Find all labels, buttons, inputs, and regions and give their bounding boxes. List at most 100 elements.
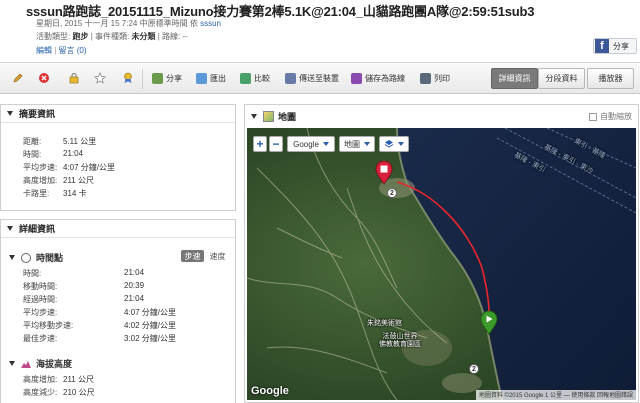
speed-toggle[interactable]: 速度 (206, 250, 229, 262)
print-label: 列印 (434, 73, 450, 83)
activity-date: 星期日, 2015 十一月 15 7:24 中原標準時間 依 (36, 19, 198, 28)
event-type-value[interactable]: 未分類 (131, 32, 155, 41)
timing-value: 21:04 (124, 268, 145, 277)
device-icon (285, 72, 296, 84)
print-button[interactable]: 列印 (420, 71, 450, 85)
map-provider-select[interactable]: Google (287, 136, 335, 152)
summary-title: 摘要資訊 (19, 108, 56, 119)
map-panel: 地圖 自動縮放 + − Google 地圖 朱銘美術館 法鼓山世界 佛教教育園區… (244, 104, 639, 403)
save-as-course-button[interactable]: 儲存為路線 (351, 71, 405, 85)
map-type-label: 地圖 (344, 139, 360, 149)
details-divider (1, 237, 235, 238)
timing-label: 時間: (23, 269, 42, 278)
chevron-down-icon (398, 142, 404, 146)
delete-icon[interactable] (38, 72, 50, 84)
highway-badge: 2 (387, 188, 397, 198)
timing-value: 21:04 (124, 294, 145, 303)
pace-toggle[interactable]: 步速 (181, 250, 204, 262)
timing-title: 時間點 (36, 253, 64, 263)
map-icon (263, 110, 274, 122)
layers-icon (384, 140, 394, 148)
google-logo[interactable]: Google (251, 385, 289, 397)
summary-value: 211 公尺 (63, 176, 94, 185)
chevron-down-icon (364, 142, 370, 146)
share-label: 分享 (166, 73, 182, 83)
summary-value: 5.11 公里 (63, 137, 97, 146)
timing-row-avg-moving-pace: 平均移動步速: 4:02 分鐘/公里 (23, 320, 176, 331)
user-link[interactable]: sssun (200, 19, 221, 28)
send-to-device-button[interactable]: 傳送至裝置 (285, 71, 339, 85)
collapse-triangle-icon (7, 110, 13, 116)
lock-icon[interactable] (68, 72, 80, 84)
autoscale-label: 自動縮放 (600, 112, 632, 121)
timing-label: 平均移動步速: (23, 321, 74, 330)
highway-badge: 2 (469, 364, 479, 374)
map-header[interactable]: 地圖 自動縮放 (245, 105, 638, 127)
compare-button[interactable]: 比較 (240, 71, 270, 85)
collapse-triangle-icon (9, 255, 15, 260)
map-type-select[interactable]: 地圖 (339, 136, 375, 152)
layers-button[interactable] (379, 136, 409, 152)
compare-label: 比較 (254, 73, 270, 83)
summary-value: 4:07 分鐘/公里 (63, 163, 116, 172)
facebook-share-label: 分享 (613, 41, 629, 51)
summary-label: 卡路里: (23, 189, 50, 198)
timing-label: 平均步速: (23, 308, 58, 317)
link-divider: | (54, 46, 57, 55)
timing-label: 移動時間: (23, 282, 58, 291)
course-icon (351, 72, 362, 84)
activity-links: 編輯 | 留言 (0) (36, 45, 87, 56)
summary-row-calories: 卡路里: 314 卡 (23, 188, 87, 199)
collapse-triangle-icon (9, 361, 15, 366)
checkbox-icon (589, 112, 597, 121)
facebook-share-button[interactable]: f 分享 (593, 38, 637, 54)
summary-row-time: 時間: 21:04 (23, 149, 83, 160)
summary-row-elevation-gain: 高度增加: 211 公尺 (23, 175, 94, 186)
activity-date-line: 星期日, 2015 十一月 15 7:24 中原標準時間 依 sssun (36, 18, 221, 29)
tab-player[interactable]: 播放器 (587, 68, 634, 89)
zoom-in-button[interactable]: + (253, 136, 267, 152)
finish-pin-icon[interactable] (375, 161, 393, 185)
details-header[interactable]: 詳細資訊 (1, 220, 235, 236)
comments-link[interactable]: 留言 (0) (59, 46, 87, 55)
activity-meta-line: 活動類型: 跑步 | 事件種類: 未分類 | 路線: -- (36, 31, 188, 42)
share-button[interactable]: 分享 (152, 71, 182, 85)
timing-section-header[interactable]: 時間點 (9, 251, 63, 264)
compare-chart-icon (240, 72, 251, 84)
map-attribution[interactable]: 地圖資料 ©2015 Google 1 公里 ⎯⎯ 使用條款 回報地圖錯誤 (475, 390, 636, 400)
event-type-label: | 事件種類: (90, 32, 130, 41)
export-button[interactable]: 匯出 (196, 71, 226, 85)
elevation-title: 海拔高度 (36, 359, 73, 369)
details-title: 詳細資訊 (19, 223, 56, 234)
tab-details[interactable]: 詳細資訊 (491, 68, 538, 89)
timing-label: 經過時間: (23, 295, 58, 304)
elevation-label: 高度減少: (23, 388, 58, 397)
collapse-triangle-icon (7, 225, 13, 231)
share-people-icon (152, 72, 163, 84)
summary-panel: 摘要資訊 距離: 5.11 公里 時間: 21:04 平均步速: 4:07 分鐘… (0, 104, 236, 211)
summary-label: 平均步速: (23, 163, 58, 172)
elevation-section-header[interactable]: 海拔高度 (9, 357, 72, 370)
badge-icon[interactable] (122, 72, 134, 84)
timing-row-avg-pace: 平均步速: 4:07 分鐘/公里 (23, 307, 176, 318)
elevation-row-loss: 高度減少: 210 公尺 (23, 387, 95, 398)
summary-label: 高度增加: (23, 176, 58, 185)
facebook-icon: f (595, 39, 609, 53)
summary-header[interactable]: 摘要資訊 (1, 105, 235, 121)
activity-type-value[interactable]: 跑步 (72, 32, 88, 41)
autoscale-checkbox[interactable]: 自動縮放 (589, 111, 632, 122)
summary-row-distance: 距離: 5.11 公里 (23, 136, 96, 147)
pace-speed-toggle: 步速 速度 (181, 250, 231, 262)
favorite-star-icon[interactable] (94, 71, 106, 84)
clock-icon (21, 252, 31, 263)
export-icon (196, 72, 207, 84)
map-canvas[interactable]: + − Google 地圖 朱銘美術館 法鼓山世界 佛教教育園區 基隆 - 東引… (247, 128, 636, 400)
edit-pencil-icon[interactable] (12, 72, 24, 84)
edit-link[interactable]: 編輯 (36, 46, 52, 55)
zoom-out-button[interactable]: − (269, 136, 283, 152)
start-pin-icon[interactable] (480, 311, 498, 335)
elevation-label: 高度增加: (23, 375, 58, 384)
map-title: 地圖 (278, 111, 297, 122)
tab-splits[interactable]: 分段資料 (538, 68, 585, 89)
export-label: 匯出 (210, 73, 226, 83)
